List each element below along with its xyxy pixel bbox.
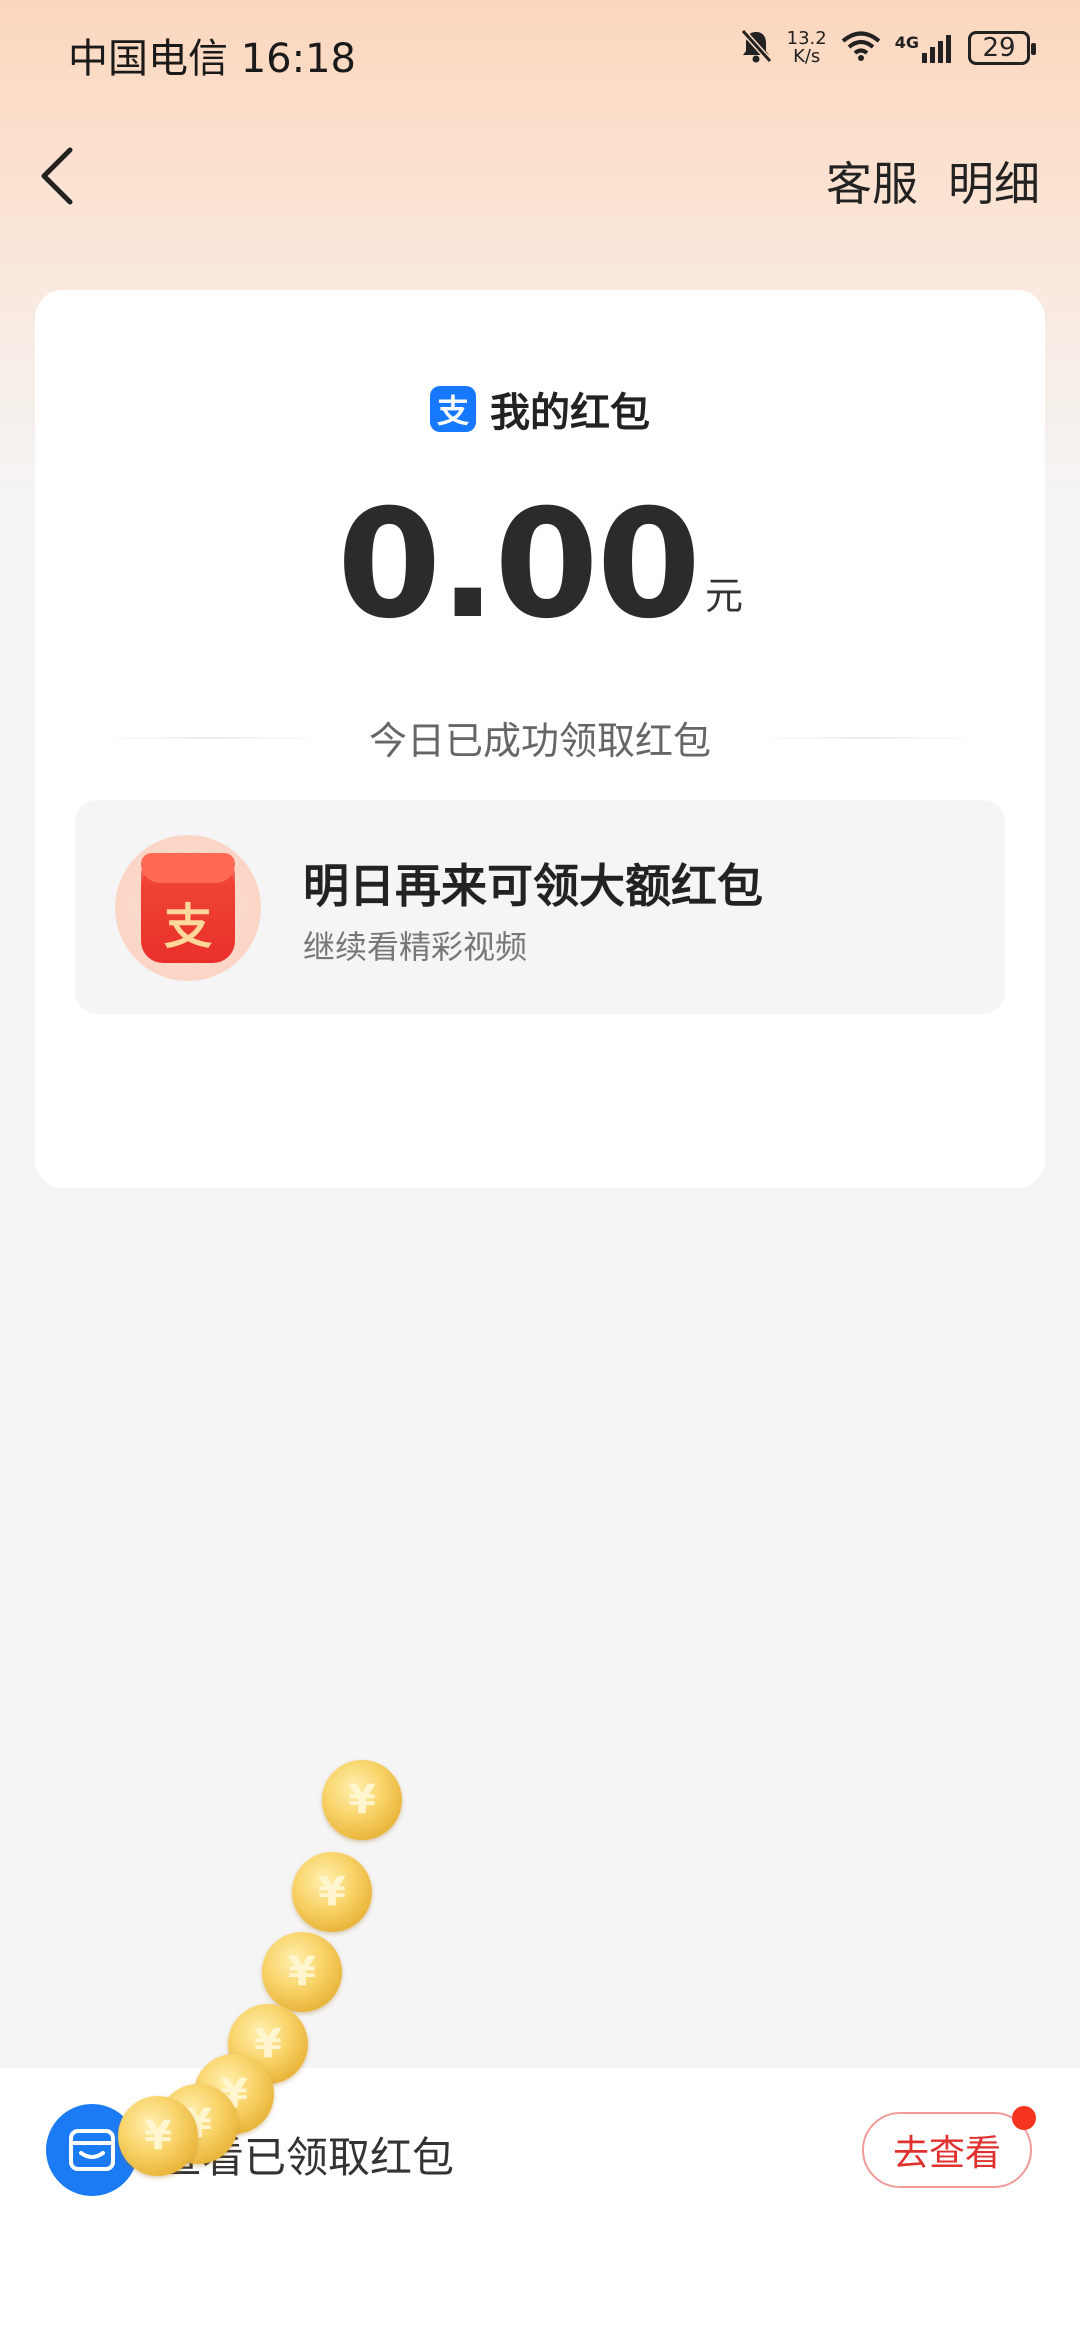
coin-icon: ¥ bbox=[292, 1852, 372, 1932]
nav-actions: 客服 明细 bbox=[826, 148, 1040, 214]
red-packet-card: 支 我的红包 0.00 元 今日已成功领取红包 支 明日再来可领大额红包 继续看… bbox=[35, 290, 1045, 1188]
details-link[interactable]: 明细 bbox=[948, 148, 1040, 214]
divider-line-left bbox=[95, 736, 329, 739]
promo-title: 明日再来可领大额红包 bbox=[303, 859, 763, 913]
status-text: 今日已成功领取红包 bbox=[369, 719, 712, 763]
carrier-time: 中国电信 16:18 bbox=[68, 36, 356, 82]
network-speed-unit: K/s bbox=[793, 46, 821, 67]
envelope-flap bbox=[141, 853, 235, 883]
battery-indicator: 29 bbox=[968, 31, 1036, 65]
red-packet-amount: 0.00 bbox=[336, 478, 701, 652]
card-title-text: 我的红包 bbox=[490, 390, 650, 436]
go-view-button[interactable]: 去查看 bbox=[862, 2106, 1036, 2188]
cellular-signal-icon: 4G bbox=[895, 33, 954, 63]
envelope-alipay-mark: 支 bbox=[163, 899, 212, 955]
mute-bell-icon bbox=[739, 28, 773, 68]
promo-subtitle: 继续看精彩视频 bbox=[303, 928, 528, 966]
envelope-body: 支 bbox=[141, 853, 235, 963]
network-type: 4G bbox=[894, 33, 919, 52]
status-icons: 13.2 K/s 4G 29 bbox=[739, 28, 1036, 68]
status-divider: 今日已成功领取红包 bbox=[95, 710, 986, 765]
customer-service-link[interactable]: 客服 bbox=[826, 148, 918, 214]
amount-row: 0.00 元 bbox=[35, 480, 1045, 650]
coin-icon: ¥ bbox=[322, 1760, 402, 1840]
network-speed: 13.2 K/s bbox=[787, 30, 827, 66]
red-envelope-icon: 支 bbox=[115, 835, 261, 981]
battery-level: 29 bbox=[982, 33, 1016, 63]
divider-line-right bbox=[751, 736, 986, 739]
card-title: 支 我的红包 bbox=[35, 380, 1045, 438]
coin-icon: ¥ bbox=[262, 1932, 342, 2012]
status-bar: 中国电信 16:18 13.2 K/s 4G 29 bbox=[0, 0, 1080, 110]
wifi-icon bbox=[841, 30, 881, 66]
back-button[interactable] bbox=[30, 140, 90, 210]
amount-unit: 元 bbox=[705, 574, 744, 618]
chevron-left-icon bbox=[41, 147, 73, 205]
coin-icon: ¥ bbox=[118, 2096, 198, 2176]
promo-banner[interactable]: 支 明日再来可领大额红包 继续看精彩视频 bbox=[75, 800, 1005, 1014]
go-view-label: 去查看 bbox=[892, 2133, 1001, 2174]
notification-dot bbox=[1012, 2106, 1036, 2130]
alipay-logo-icon: 支 bbox=[430, 386, 476, 432]
